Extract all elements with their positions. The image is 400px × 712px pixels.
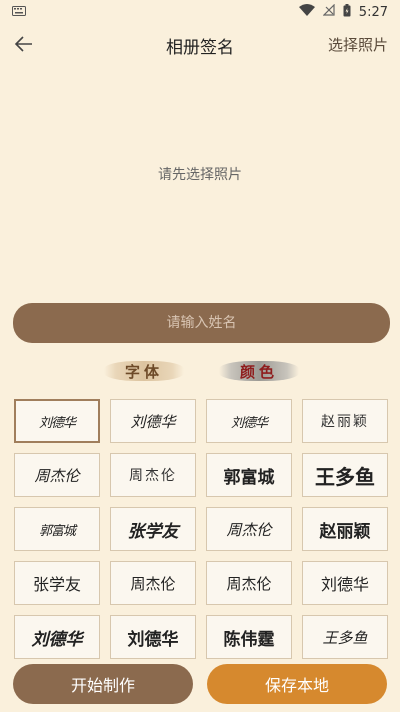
signature-preview-text: 刘德华	[320, 577, 369, 594]
signature-preview-text: 周杰伦	[130, 574, 176, 593]
signature-preview-text: 刘德华	[38, 415, 76, 431]
signature-style-option[interactable]: 刘德华	[110, 399, 196, 443]
signature-style-option[interactable]: 张学友	[110, 507, 196, 551]
signature-style-option[interactable]: 刘德华	[302, 561, 388, 605]
status-icons: 5:27	[298, 3, 388, 21]
signal-off-icon	[322, 3, 335, 20]
signature-preview-text: 赵丽颖	[321, 415, 369, 430]
signature-style-option[interactable]: 刘德华	[206, 399, 292, 443]
tab-font[interactable]: 字体	[104, 357, 184, 385]
signature-preview-text: 周杰伦	[226, 574, 272, 593]
signature-preview-text: 王多鱼	[315, 464, 375, 489]
signature-preview-text: 刘德华	[127, 629, 179, 650]
signature-preview-text: 王多鱼	[322, 628, 368, 647]
tab-color-label: 颜色	[239, 362, 278, 381]
wifi-icon	[298, 4, 315, 20]
signature-preview-text: 刘德华	[31, 629, 83, 650]
name-input[interactable]	[13, 303, 390, 343]
signature-style-option[interactable]: 张学友	[14, 561, 100, 605]
signature-style-option[interactable]: 周杰伦	[110, 453, 196, 497]
signature-style-option[interactable]: 郭富城	[14, 507, 100, 551]
signature-style-option[interactable]: 王多鱼	[302, 615, 388, 659]
signature-preview-text: 赵丽颖	[319, 521, 371, 542]
signature-style-grid: 刘德华 刘德华 刘德华 赵丽颖 周杰伦 周杰伦 郭富城 王多鱼 郭富城 张学友 周杰伦 赵丽颖 张学友周…	[14, 399, 388, 659]
signature-style-option[interactable]: 周杰伦	[206, 507, 292, 551]
signature-preview-text: 陈伟霆	[223, 629, 275, 650]
photo-preview-area[interactable]: 请先选择照片	[0, 70, 400, 290]
header: 相册签名 选择照片	[0, 24, 400, 64]
signature-preview-text: 张学友	[32, 577, 81, 594]
signature-style-option[interactable]: 刘德华	[14, 615, 100, 659]
signature-preview-text: 周杰伦	[129, 469, 177, 484]
signature-preview-text: 郭富城	[223, 467, 275, 488]
signature-preview-text: 郭富城	[38, 523, 76, 539]
signature-style-option[interactable]: 赵丽颖	[302, 399, 388, 443]
keyboard-icon	[12, 5, 26, 20]
tab-color[interactable]: 颜色	[219, 357, 299, 385]
signature-style-option[interactable]: 刘德华	[110, 615, 196, 659]
select-photo-button[interactable]: 选择照片	[328, 34, 388, 55]
signature-style-option[interactable]: 周杰伦	[206, 561, 292, 605]
tab-font-label: 字体	[124, 362, 163, 381]
signature-style-option[interactable]: 周杰伦	[110, 561, 196, 605]
signature-style-option[interactable]: 陈伟霆	[206, 615, 292, 659]
signature-style-option[interactable]: 郭富城	[206, 453, 292, 497]
status-bar: 5:27	[0, 0, 400, 24]
signature-style-option[interactable]: 赵丽颖	[302, 507, 388, 551]
signature-style-option[interactable]: 王多鱼	[302, 453, 388, 497]
save-local-button[interactable]: 保存本地	[207, 664, 387, 704]
signature-preview-text: 周杰伦	[226, 520, 272, 539]
battery-icon	[343, 3, 351, 21]
signature-preview-text: 张学友	[127, 521, 179, 542]
signature-preview-text: 刘德华	[130, 412, 176, 431]
signature-style-option[interactable]: 周杰伦	[14, 453, 100, 497]
signature-preview-text: 刘德华	[230, 415, 268, 431]
photo-hint: 请先选择照片	[158, 167, 242, 183]
signature-style-option[interactable]: 刘德华	[14, 399, 100, 443]
signature-preview-text: 周杰伦	[34, 466, 80, 485]
status-time: 5:27	[358, 4, 388, 20]
start-make-button[interactable]: 开始制作	[13, 664, 193, 704]
bottom-bar: 开始制作 保存本地	[0, 660, 400, 712]
